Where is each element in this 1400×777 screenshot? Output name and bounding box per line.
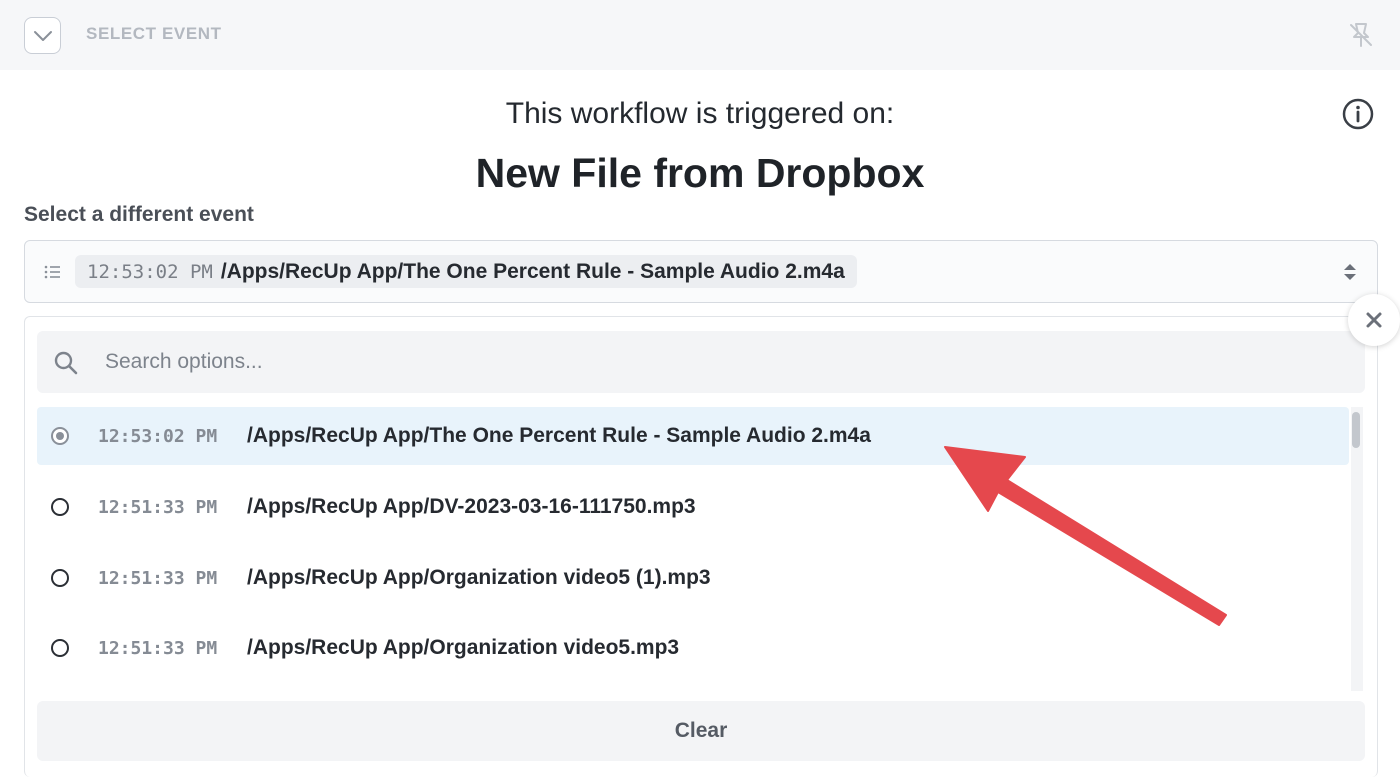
event-dropdown: 12:53:02 PM /Apps/RecUp App/The One Perc… [24,316,1378,777]
option-time: 12:53:02 PM [98,425,218,447]
selected-event-chip: 12:53:02 PM /Apps/RecUp App/The One Perc… [75,255,857,288]
select-event-label: Select a different event [24,203,254,226]
trigger-subtitle: This workflow is triggered on: [505,97,895,130]
option-path: /Apps/RecUp App/DV-2023-03-16-111750.mp3 [247,495,696,518]
topbar-title: SELECT EVENT [86,24,222,43]
top-bar: SELECT EVENT [0,0,1400,70]
close-button[interactable] [1348,294,1400,346]
clear-button[interactable]: Clear [37,701,1365,761]
selected-event-path: /Apps/RecUp App/The One Percent Rule - S… [220,259,845,283]
option-item[interactable]: 12:51:33 PM /Apps/RecUp App/Organization… [37,549,1349,607]
selected-event-time: 12:53:02 PM [87,260,213,283]
radio-icon[interactable] [51,569,69,587]
option-item[interactable]: 12:51:33 PM /Apps/RecUp App/Organization… [37,619,1349,677]
search-box [37,331,1365,393]
options-list: 12:53:02 PM /Apps/RecUp App/The One Perc… [37,407,1349,691]
scrollbar-track[interactable] [1351,407,1363,691]
collapse-button[interactable] [24,17,61,54]
option-item[interactable]: 12:53:02 PM /Apps/RecUp App/The One Perc… [37,407,1349,465]
sort-caret-icon [1344,264,1356,280]
option-path: /Apps/RecUp App/The One Percent Rule - S… [247,424,871,447]
option-time: 12:51:33 PM [98,637,218,659]
chevron-down-icon [33,30,52,41]
radio-icon[interactable] [51,498,69,516]
option-path: /Apps/RecUp App/Organization video5 (1).… [247,566,711,589]
trigger-title: New File from Dropbox [475,150,925,196]
option-item[interactable]: 12:51:33 PM /Apps/RecUp App/DV-2023-03-1… [37,478,1349,536]
list-icon [44,265,60,279]
event-select[interactable]: 12:53:02 PM /Apps/RecUp App/The One Perc… [24,240,1378,303]
option-path: /Apps/RecUp App/Organization video5.mp3 [247,636,680,659]
option-time: 12:51:33 PM [98,567,218,589]
radio-icon[interactable] [51,639,69,657]
radio-selected-icon[interactable] [51,427,69,445]
search-icon [54,351,78,375]
option-time: 12:51:33 PM [98,496,218,518]
search-input[interactable] [105,331,1345,393]
unpin-icon[interactable] [1346,20,1376,50]
close-icon [1366,312,1382,328]
scrollbar-thumb[interactable] [1352,412,1360,448]
